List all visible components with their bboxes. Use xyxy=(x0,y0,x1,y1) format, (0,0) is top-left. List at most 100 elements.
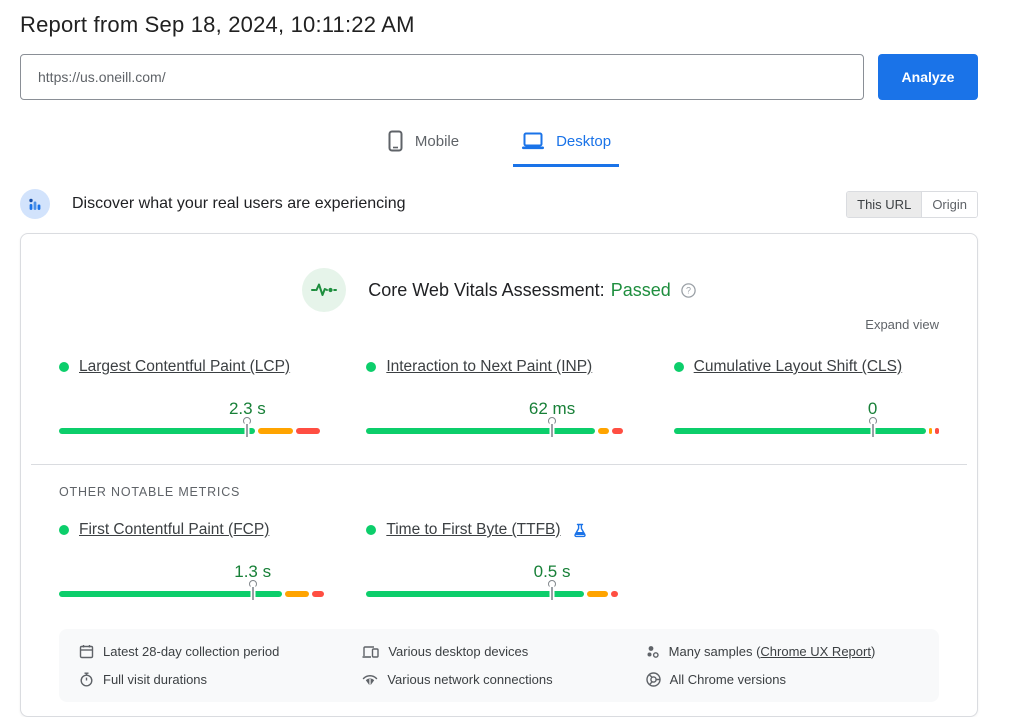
url-search-bar: Analyze xyxy=(20,54,978,100)
metric-distribution: 1.3 s xyxy=(59,562,324,600)
metric-distribution: 0.5 s xyxy=(366,562,631,600)
field-data-icon xyxy=(20,189,50,219)
metric-block: Largest Contentful Paint (LCP) 2.3 s xyxy=(59,358,324,437)
pulse-icon xyxy=(302,268,347,312)
metric-block: Interaction to Next Paint (INP) 62 ms xyxy=(366,358,631,437)
distribution-segment-poor xyxy=(295,428,320,434)
metric-header: First Contentful Paint (FCP) xyxy=(59,521,324,539)
distribution-segment-good xyxy=(59,428,256,434)
footer-item: All Chrome versions xyxy=(645,672,919,687)
other-metrics-grid: First Contentful Paint (FCP) 1.3 s Time to… xyxy=(59,521,939,600)
distribution-segment-needs_improvement xyxy=(258,428,293,434)
scope-origin-button[interactable]: Origin xyxy=(921,191,977,217)
metric-link[interactable]: First Contentful Paint (FCP) xyxy=(79,521,269,539)
footer-item: Various desktop devices xyxy=(362,644,635,659)
field-data-heading: Discover what your real users are experi… xyxy=(72,195,406,212)
p75-marker xyxy=(548,580,557,602)
device-tabs: Mobile Desktop xyxy=(20,126,978,167)
distribution-segment-good xyxy=(366,428,595,434)
p75-marker-stem xyxy=(551,424,554,437)
chrome-ux-report-link[interactable]: Chrome UX Report xyxy=(760,644,871,659)
mobile-icon xyxy=(387,130,404,152)
distribution-segment-needs_improvement xyxy=(586,591,609,597)
metric-distribution: 2.3 s xyxy=(59,399,324,437)
footer-item-text: Various desktop devices xyxy=(388,644,529,659)
metric-status-dot xyxy=(59,525,69,535)
flask-icon[interactable] xyxy=(573,523,587,538)
help-icon[interactable]: ? xyxy=(680,282,696,298)
metric-block: First Contentful Paint (FCP) 1.3 s xyxy=(59,521,324,600)
expand-view-link[interactable]: Expand view xyxy=(865,317,939,332)
cwv-result-badge: Passed xyxy=(610,279,671,300)
distribution-bar xyxy=(59,591,324,597)
scope-this-url-button[interactable]: This URL xyxy=(847,191,922,217)
p75-marker-stem xyxy=(871,424,874,437)
distribution-bar xyxy=(366,428,631,434)
scope-toggle: This URL Origin xyxy=(846,190,978,218)
cwv-assessment-title: Core Web Vitals Assessment: Passed ? xyxy=(368,279,696,301)
distribution-bar xyxy=(366,591,631,597)
tab-desktop[interactable]: Desktop xyxy=(513,126,620,167)
chrome-icon xyxy=(645,672,661,687)
cwv-title-text: Core Web Vitals Assessment: xyxy=(368,279,605,300)
metric-block: Time to First Byte (TTFB) 0.5 s xyxy=(366,521,631,600)
tab-mobile[interactable]: Mobile xyxy=(379,126,467,167)
metric-status-dot xyxy=(366,525,377,535)
url-input[interactable] xyxy=(20,54,864,100)
metric-status-dot xyxy=(673,362,684,372)
samples-icon xyxy=(646,645,660,659)
distribution-segment-poor xyxy=(311,591,324,597)
metric-block: Cumulative Layout Shift (CLS) 0 xyxy=(673,358,939,437)
footer-item: Many samples (Chrome UX Report) xyxy=(646,644,919,659)
p75-marker xyxy=(248,580,257,602)
distribution-segment-needs_improvement xyxy=(929,428,933,434)
network-icon xyxy=(362,673,378,687)
analyze-button[interactable]: Analyze xyxy=(878,54,978,100)
footer-item-text: Latest 28-day collection period xyxy=(103,644,280,659)
footer-item: Latest 28-day collection period xyxy=(79,644,352,659)
p75-marker-stem xyxy=(246,424,249,437)
field-data-header: Discover what your real users are experi… xyxy=(20,189,978,219)
p75-marker xyxy=(243,417,252,439)
metric-value: 2.3 s xyxy=(228,399,266,418)
core-metrics-grid: Largest Contentful Paint (LCP) 2.3 s Inter… xyxy=(59,358,939,437)
p75-marker-stem xyxy=(251,587,254,600)
metric-value: 62 ms xyxy=(528,399,576,418)
collection-info-footer: Latest 28-day collection period Full visi… xyxy=(59,629,939,702)
distribution-segment-poor xyxy=(611,591,618,597)
footer-item-text: Many samples (Chrome UX Report) xyxy=(668,644,876,659)
page-title: Report from Sep 18, 2024, 10:11:22 AM xyxy=(20,12,415,37)
stopwatch-icon xyxy=(79,672,94,687)
distribution-bar xyxy=(59,428,324,434)
metric-link[interactable]: Largest Contentful Paint (LCP) xyxy=(79,358,290,376)
metric-link[interactable]: Interaction to Next Paint (INP) xyxy=(386,358,592,376)
other-metrics-heading: OTHER NOTABLE METRICS xyxy=(59,485,241,499)
metric-value: 1.3 s xyxy=(234,562,272,581)
metric-status-dot xyxy=(366,362,377,372)
footer-item: Various network connections xyxy=(362,672,635,687)
metric-status-dot xyxy=(59,362,69,372)
metric-value: 0 xyxy=(867,399,878,418)
tab-mobile-label: Mobile xyxy=(414,132,460,150)
distribution-segment-needs_improvement xyxy=(597,428,610,434)
distribution-bar xyxy=(673,428,939,434)
distribution-segment-poor xyxy=(935,428,939,434)
devices-icon xyxy=(362,645,380,659)
footer-item-text: Various network connections xyxy=(387,672,553,687)
metric-header: Largest Contentful Paint (LCP) xyxy=(59,358,324,376)
metric-header: Interaction to Next Paint (INP) xyxy=(366,358,631,376)
calendar-icon xyxy=(79,644,94,659)
distribution-segment-good xyxy=(673,428,927,434)
metric-link[interactable]: Cumulative Layout Shift (CLS) xyxy=(694,358,902,376)
cwv-assessment-header: Core Web Vitals Assessment: Passed ? xyxy=(59,268,939,312)
tab-desktop-label: Desktop xyxy=(556,132,612,150)
desktop-icon xyxy=(521,131,545,151)
metric-header: Time to First Byte (TTFB) xyxy=(366,521,631,539)
footer-item-text: All Chrome versions xyxy=(669,672,786,687)
p75-marker-stem xyxy=(551,587,554,600)
p75-marker xyxy=(868,417,877,439)
section-divider xyxy=(31,464,967,465)
metric-link[interactable]: Time to First Byte (TTFB) xyxy=(386,521,560,539)
pagespeed-report-page: Report from Sep 18, 2024, 10:11:22 AM An… xyxy=(0,0,1028,717)
expand-view-row: Expand view xyxy=(59,316,939,334)
